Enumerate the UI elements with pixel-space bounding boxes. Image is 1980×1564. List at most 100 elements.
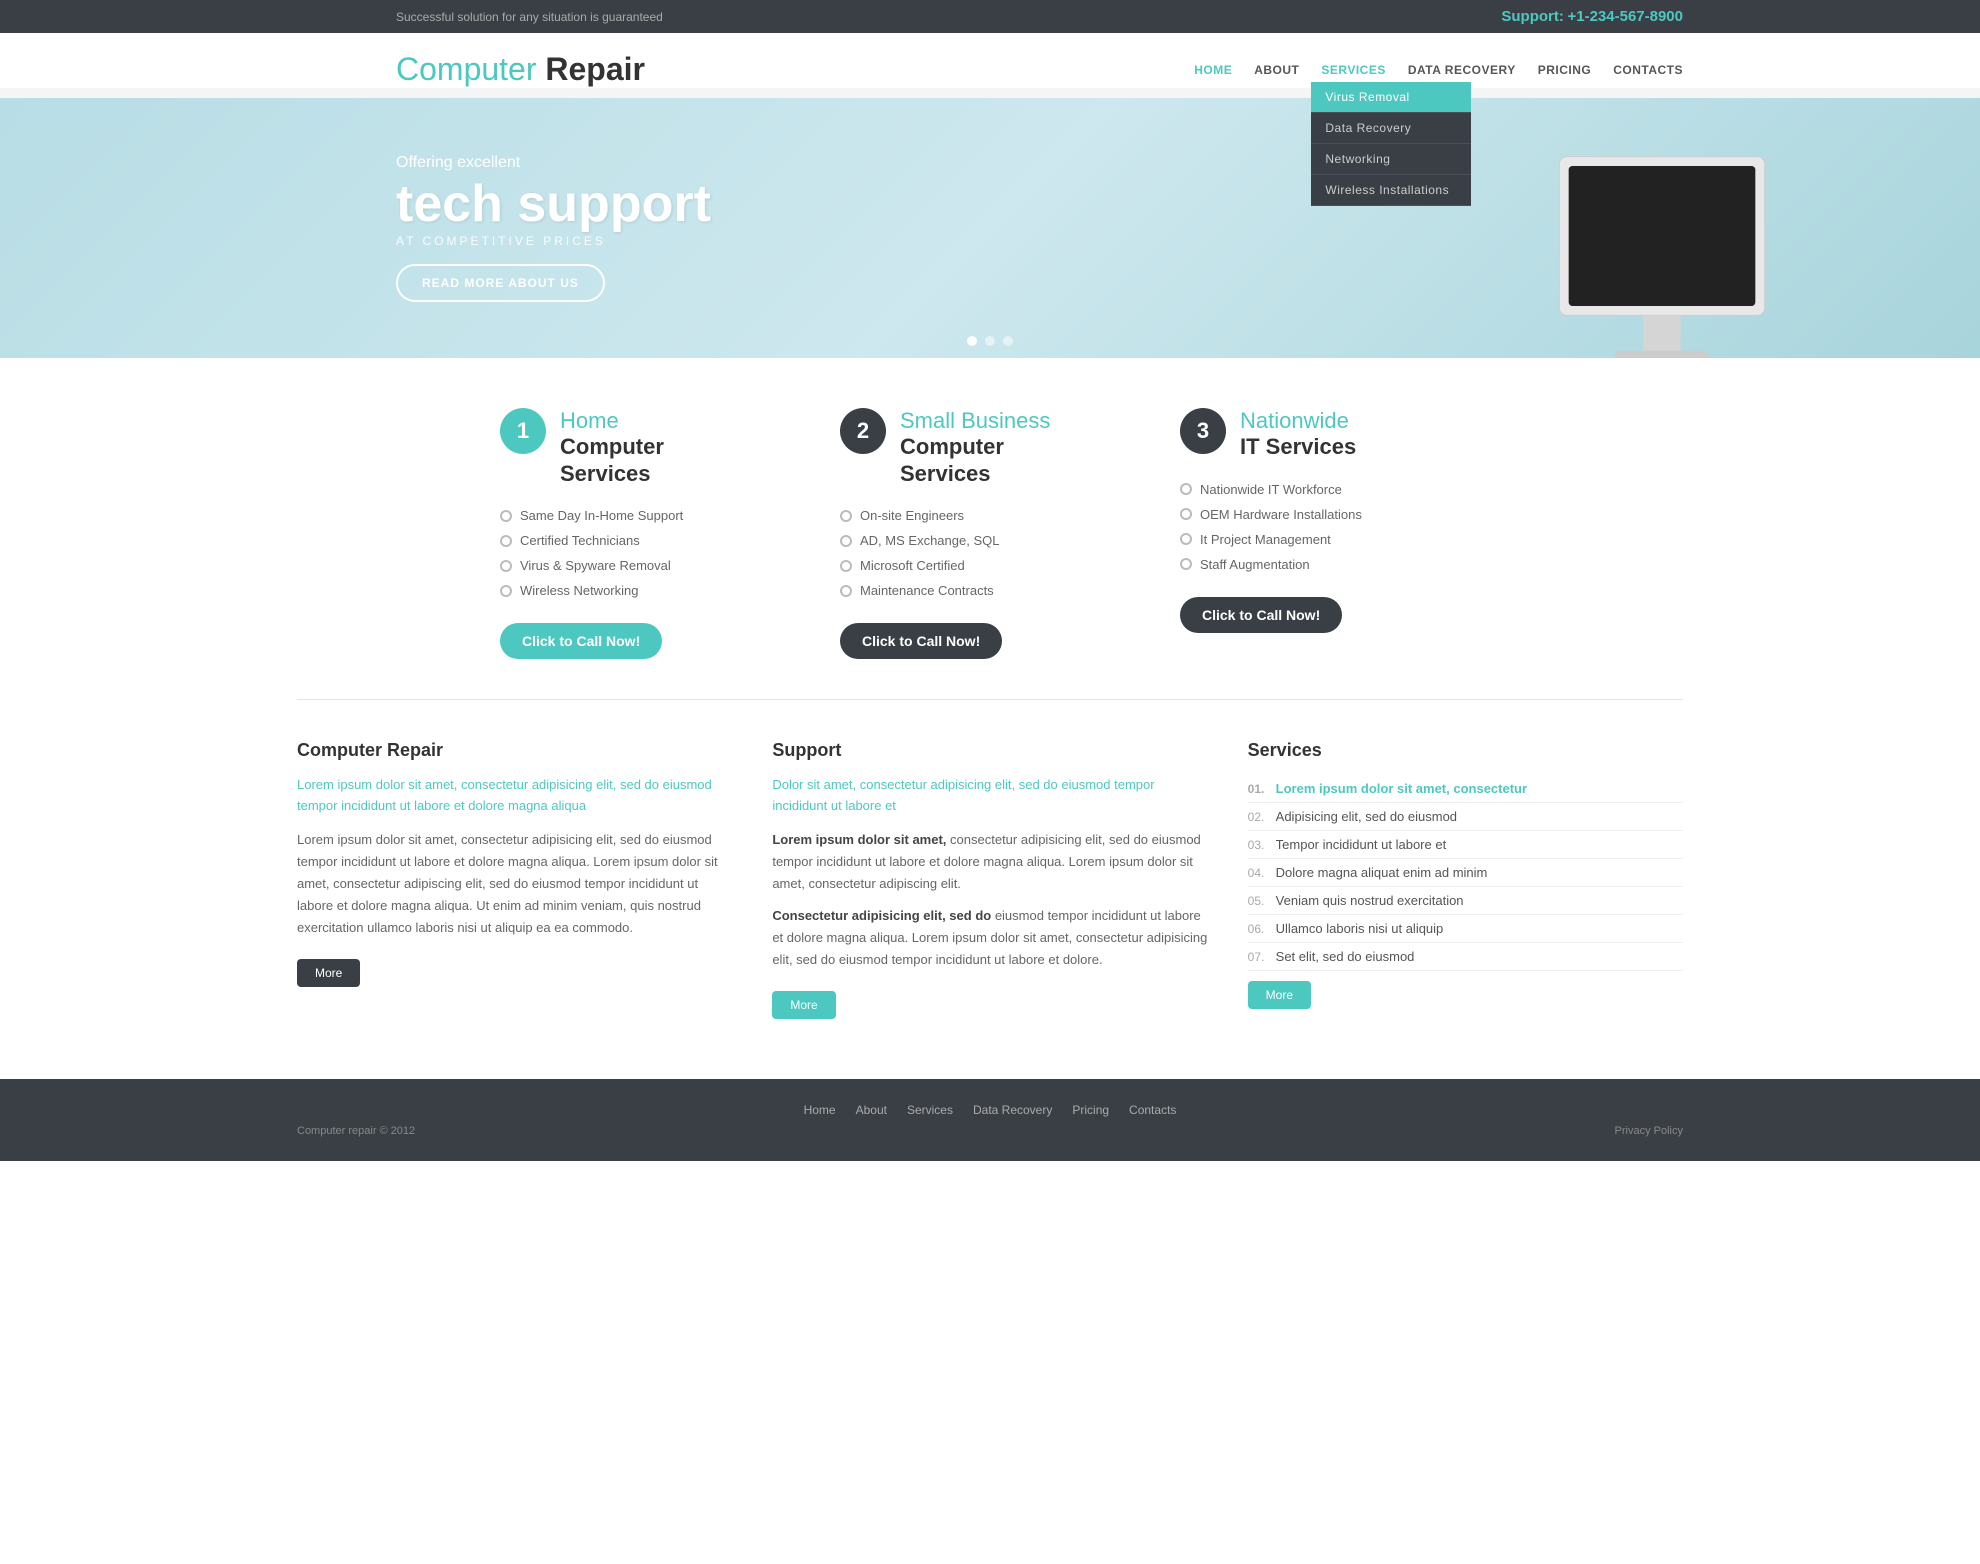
info-heading-services: Services xyxy=(1248,740,1683,761)
service-list-item: Nationwide IT Workforce xyxy=(1180,477,1480,502)
support-label: Support: xyxy=(1501,8,1563,25)
dropdown-data-recovery[interactable]: Data Recovery xyxy=(1311,113,1471,144)
service-number-3: 3 xyxy=(1180,408,1226,454)
more-btn-services[interactable]: More xyxy=(1248,981,1311,1009)
header: Computer Repair HOME ABOUT SERVICES Viru… xyxy=(0,33,1980,88)
service-list-item: Wireless Networking xyxy=(500,578,800,603)
dropdown-virus-removal[interactable]: Virus Removal xyxy=(1311,82,1471,113)
info-highlight-repair: Lorem ipsum dolor sit amet, consectetur … xyxy=(297,775,732,817)
service-list-2: On-site EngineersAD, MS Exchange, SQLMic… xyxy=(840,503,1140,603)
service-list-item: On-site Engineers xyxy=(840,503,1140,528)
info-highlight-support: Dolor sit amet, consectetur adipisicing … xyxy=(772,775,1207,817)
call-button-1[interactable]: Click to Call Now! xyxy=(500,623,662,659)
info-col-services: Services 01. Lorem ipsum dolor sit amet,… xyxy=(1248,740,1683,1019)
nav-home[interactable]: HOME xyxy=(1194,63,1232,77)
more-btn-support[interactable]: More xyxy=(772,991,835,1019)
service-list-item: Maintenance Contracts xyxy=(840,578,1140,603)
services-list-item-7: 07. Set elit, sed do eiusmod xyxy=(1248,943,1683,971)
service-number-2: 2 xyxy=(840,408,886,454)
phone-number: +1-234-567-8900 xyxy=(1567,8,1683,25)
service-card-1: 1 Home ComputerServices Same Day In-Home… xyxy=(500,408,800,659)
info-section: Computer Repair Lorem ipsum dolor sit am… xyxy=(0,700,1980,1059)
service-card-3: 3 Nationwide IT Services Nationwide IT W… xyxy=(1180,408,1480,659)
services-list-item-5: 05. Veniam quis nostrud exercitation xyxy=(1248,887,1683,915)
info-body-support-1: Lorem ipsum dolor sit amet, consectetur … xyxy=(772,829,1207,895)
hero-tagline: AT COMPETITIVE PRICES xyxy=(396,234,711,248)
monitor-svg xyxy=(1522,138,1802,358)
nav-contacts[interactable]: CONTACTS xyxy=(1613,63,1683,77)
services-list-item-2: 02. Adipisicing elit, sed do eiusmod xyxy=(1248,803,1683,831)
nav-services[interactable]: SERVICES xyxy=(1321,63,1385,77)
services-list-item-6: 06. Ullamco laboris nisi ut aliquip xyxy=(1248,915,1683,943)
service-card-2: 2 Small Business ComputerServices On-sit… xyxy=(840,408,1140,659)
service-list-item: OEM Hardware Installations xyxy=(1180,502,1480,527)
support-info: Support: +1-234-567-8900 xyxy=(1501,8,1683,25)
nav-services-wrapper: SERVICES Virus Removal Data Recovery Net… xyxy=(1321,62,1385,77)
hero-subtitle: Offering excellent xyxy=(396,154,711,172)
services-numbered-list: 01. Lorem ipsum dolor sit amet, consecte… xyxy=(1248,775,1683,971)
service-list-item: Virus & Spyware Removal xyxy=(500,553,800,578)
logo-bold: Repair xyxy=(545,51,645,87)
dot-2[interactable] xyxy=(985,336,995,346)
info-heading-support: Support xyxy=(772,740,1207,761)
computer-illustration xyxy=(1502,98,1822,358)
nav-pricing[interactable]: PRICING xyxy=(1538,63,1592,77)
footer-link-pricing[interactable]: Pricing xyxy=(1072,1103,1109,1117)
service-list-item: Microsoft Certified xyxy=(840,553,1140,578)
logo-light: Computer xyxy=(396,51,545,87)
footer-link-home[interactable]: Home xyxy=(804,1103,836,1117)
service-list-item: AD, MS Exchange, SQL xyxy=(840,528,1140,553)
services-list-item-1: 01. Lorem ipsum dolor sit amet, consecte… xyxy=(1248,775,1683,803)
hero-content: Offering excellent tech support AT COMPE… xyxy=(396,154,711,301)
service-list-item: Staff Augmentation xyxy=(1180,552,1480,577)
nav-about[interactable]: ABOUT xyxy=(1254,63,1299,77)
dot-1[interactable] xyxy=(967,336,977,346)
dropdown-wireless[interactable]: Wireless Installations xyxy=(1311,175,1471,206)
top-bar: Successful solution for any situation is… xyxy=(0,0,1980,33)
nav-data-recovery[interactable]: DATA RECOVERY xyxy=(1408,63,1516,77)
privacy-policy[interactable]: Privacy Policy xyxy=(1615,1125,1683,1137)
footer-link-contacts[interactable]: Contacts xyxy=(1129,1103,1176,1117)
call-button-2[interactable]: Click to Call Now! xyxy=(840,623,1002,659)
hero-button[interactable]: READ MORE ABOUT US xyxy=(396,264,605,302)
service-number-1: 1 xyxy=(500,408,546,454)
logo: Computer Repair xyxy=(396,51,645,88)
services-dropdown: Virus Removal Data Recovery Networking W… xyxy=(1311,82,1471,206)
service-list-item: It Project Management xyxy=(1180,527,1480,552)
service-list-item: Certified Technicians xyxy=(500,528,800,553)
dot-3[interactable] xyxy=(1003,336,1013,346)
services-list-item-3: 03. Tempor incididunt ut labore et xyxy=(1248,831,1683,859)
info-col-support: Support Dolor sit amet, consectetur adip… xyxy=(772,740,1207,1019)
footer-link-services[interactable]: Services xyxy=(907,1103,953,1117)
services-list-item-4: 04. Dolore magna aliquat enim ad minim xyxy=(1248,859,1683,887)
dropdown-networking[interactable]: Networking xyxy=(1311,144,1471,175)
footer-links: Home About Services Data Recovery Pricing Con… xyxy=(297,1103,1683,1117)
main-nav: HOME ABOUT SERVICES Virus Removal Data R… xyxy=(1194,62,1683,77)
copyright: Computer repair © 2012 xyxy=(297,1125,415,1137)
service-header-2: 2 Small Business ComputerServices xyxy=(840,408,1140,487)
service-header-1: 1 Home ComputerServices xyxy=(500,408,800,487)
slider-dots xyxy=(967,336,1013,346)
service-title-2: Small Business ComputerServices xyxy=(900,408,1050,487)
call-button-3[interactable]: Click to Call Now! xyxy=(1180,597,1342,633)
footer: Home About Services Data Recovery Pricing Con… xyxy=(0,1079,1980,1161)
service-title-3: Nationwide IT Services xyxy=(1240,408,1356,461)
hero-banner: Offering excellent tech support AT COMPE… xyxy=(0,98,1980,358)
service-list-item: Same Day In-Home Support xyxy=(500,503,800,528)
service-header-3: 3 Nationwide IT Services xyxy=(1180,408,1480,461)
footer-copy: Computer repair © 2012 Privacy Policy xyxy=(297,1125,1683,1137)
info-heading-repair: Computer Repair xyxy=(297,740,732,761)
footer-link-data-recovery[interactable]: Data Recovery xyxy=(973,1103,1052,1117)
info-body-repair: Lorem ipsum dolor sit amet, consectetur … xyxy=(297,829,732,939)
services-section: 1 Home ComputerServices Same Day In-Home… xyxy=(0,358,1980,699)
info-col-repair: Computer Repair Lorem ipsum dolor sit am… xyxy=(297,740,732,1019)
service-title-1: Home ComputerServices xyxy=(560,408,664,487)
hero-section: Offering excellent tech support AT COMPE… xyxy=(0,88,1980,358)
more-btn-repair[interactable]: More xyxy=(297,959,360,987)
service-list-1: Same Day In-Home SupportCertified Techni… xyxy=(500,503,800,603)
service-list-3: Nationwide IT WorkforceOEM Hardware Inst… xyxy=(1180,477,1480,577)
hero-main-title: tech support xyxy=(396,176,711,233)
info-body-support-2: Consectetur adipisicing elit, sed do eiu… xyxy=(772,905,1207,971)
tagline: Successful solution for any situation is… xyxy=(396,10,663,24)
footer-link-about[interactable]: About xyxy=(856,1103,887,1117)
